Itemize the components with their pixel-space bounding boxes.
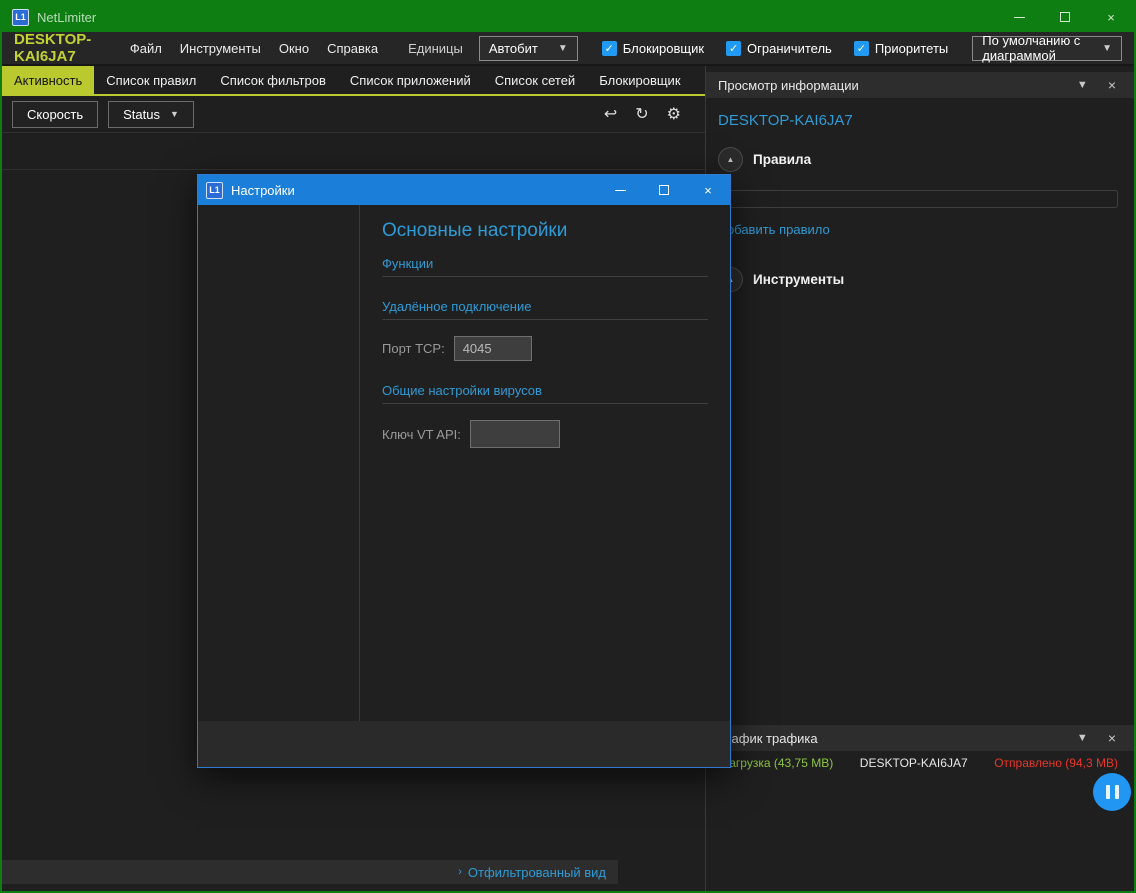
checkbox-checked-icon: ✓ — [854, 41, 869, 56]
add-rule-link[interactable]: Добавить правило — [718, 222, 830, 237]
toggle-label: Приоритеты — [875, 41, 948, 56]
dialog-title: Настройки — [231, 183, 295, 198]
status-bar: › Отфильтрованный вид — [2, 860, 618, 884]
vt-key-row: Ключ VT API: — [382, 420, 708, 448]
status-dropdown[interactable]: Status ▼ — [108, 101, 194, 128]
menu-item[interactable]: Справка — [327, 41, 378, 56]
feature-toggle[interactable]: ✓ Блокировщик — [602, 41, 704, 56]
collapse-icon[interactable]: ▼ — [1071, 79, 1094, 91]
filtered-view-link[interactable]: Отфильтрованный вид — [468, 865, 606, 880]
x-axis-labels — [780, 848, 1084, 866]
info-panel-content: DESKTOP-KAI6JA7 ▲ Правила Добавить прави… — [706, 98, 1134, 725]
feature-toggle[interactable]: ✓ Приоритеты — [854, 41, 948, 56]
rules-section-row: ▲ Правила — [718, 147, 1122, 172]
dialog-content: Основные настройки Функции Удалённое под… — [360, 205, 730, 721]
tab-item[interactable]: Блокировщик — [587, 66, 692, 94]
app-logo-icon: L1 — [206, 182, 223, 199]
table-header — [2, 132, 705, 170]
legend-host: DESKTOP-KAI6JA7 — [860, 756, 968, 770]
minimize-button[interactable] — [996, 2, 1042, 32]
tab-item[interactable]: Список сетей — [483, 66, 587, 94]
status-value: Status — [123, 107, 160, 122]
units-value: Автобит — [489, 41, 538, 56]
refresh-icon[interactable]: ↻ — [635, 104, 648, 124]
chart-zone — [706, 772, 1134, 848]
toolbar: Скорость Status ▼ ↩ ↻ ⚙ — [2, 96, 705, 132]
close-button[interactable]: × — [1088, 2, 1134, 32]
close-button[interactable]: × — [686, 175, 730, 205]
units-combobox[interactable]: Автобит ▼ — [479, 36, 578, 61]
tab-item[interactable]: Список приложений — [338, 66, 483, 94]
tab-active[interactable]: Активность — [2, 66, 94, 94]
legend-download: Загрузка (43,75 MB) — [722, 756, 833, 770]
toolbar-icons: ↩ ↻ ⚙ — [604, 104, 695, 124]
rules-section-label: Правила — [753, 152, 811, 167]
checkbox-checked-icon: ✓ — [726, 41, 741, 56]
minimize-button[interactable] — [598, 175, 642, 205]
vt-key-input[interactable] — [470, 420, 560, 448]
info-host-title: DESKTOP-KAI6JA7 — [718, 112, 1122, 129]
pause-button[interactable] — [1093, 773, 1131, 811]
units-label: Единицы — [408, 41, 463, 56]
chevron-down-icon: ▼ — [558, 43, 568, 54]
checkbox-checked-icon: ✓ — [602, 41, 617, 56]
vt-key-label: Ключ VT API: — [382, 427, 461, 442]
page-title: Основные настройки — [382, 220, 708, 242]
tcp-port-label: Порт TCP: — [382, 341, 445, 356]
legend-upload: Отправлено (94,3 MB) — [994, 756, 1118, 770]
left-axis-labels — [720, 774, 776, 848]
virus-section-title: Общие настройки вирусов — [382, 383, 708, 404]
app-logo-icon: L1 — [12, 9, 29, 26]
chevron-right-icon: › — [458, 866, 462, 878]
tab-item[interactable]: Список правил — [94, 66, 208, 94]
host-name: DESKTOP-KAI6JA7 — [14, 31, 102, 65]
traffic-chart-panel: График трафика ▼ × Загрузка (43,75 MB) D… — [706, 725, 1134, 883]
dialog-body: Основные настройки Функции Удалённое под… — [198, 205, 730, 721]
gear-icon[interactable]: ⚙ — [667, 104, 681, 124]
traffic-panel-header: График трафика ▼ × — [706, 725, 1134, 751]
rules-table — [718, 190, 1118, 208]
tools-section-row: ▲ Инструменты — [718, 267, 1122, 292]
chevron-down-icon: ▼ — [170, 109, 179, 119]
toggle-label: Ограничитель — [747, 41, 832, 56]
menu-bar: DESKTOP-KAI6JA7 Файл Инструменты Окно Справ… — [2, 32, 1134, 66]
traffic-panel-title: График трафика — [718, 731, 818, 746]
dialog-title-bar: L1 Настройки × — [198, 175, 730, 205]
feature-toggle[interactable]: ✓ Ограничитель — [726, 41, 832, 56]
toggle-label: Блокировщик — [623, 41, 704, 56]
tcp-port-row: Порт TCP: — [382, 336, 708, 361]
tab-item[interactable]: Список фильтров — [208, 66, 338, 94]
collapse-section-button[interactable]: ▲ — [718, 147, 743, 172]
view-combobox[interactable]: По умолчанию с диаграммой ▼ — [972, 36, 1122, 61]
info-panel-title: Просмотр информации — [718, 78, 859, 93]
menu-item[interactable]: Инструменты — [180, 41, 261, 56]
title-bar: L1 NetLimiter × — [2, 2, 1134, 32]
close-icon[interactable]: × — [1102, 730, 1122, 746]
menu-item[interactable]: Окно — [279, 41, 309, 56]
collapse-icon[interactable]: ▼ — [1071, 732, 1094, 744]
window-controls: × — [996, 2, 1134, 32]
tools-section-label: Инструменты — [753, 272, 844, 287]
menu-item[interactable]: Файл — [130, 41, 162, 56]
speed-button[interactable]: Скорость — [12, 101, 98, 128]
undo-icon[interactable]: ↩ — [604, 104, 617, 124]
chart-legend: Загрузка (43,75 MB) DESKTOP-KAI6JA7 Отпр… — [706, 751, 1134, 772]
maximize-button[interactable] — [642, 175, 686, 205]
view-value: По умолчанию с диаграммой — [982, 33, 1082, 63]
functions-section-title: Функции — [382, 256, 708, 277]
maximize-button[interactable] — [1042, 2, 1088, 32]
settings-dialog: L1 Настройки × Основные настройки Функци… — [197, 174, 731, 768]
traffic-plot — [776, 774, 1084, 848]
remote-section-title: Удалённое подключение — [382, 299, 708, 320]
tcp-port-input[interactable] — [454, 336, 532, 361]
close-icon[interactable]: × — [1102, 77, 1122, 93]
window-title: NetLimiter — [37, 10, 96, 25]
right-pane: Просмотр информации ▼ × DESKTOP-KAI6JA7 … — [706, 66, 1134, 891]
dialog-nav — [198, 205, 360, 721]
dialog-footer — [198, 721, 730, 767]
dialog-controls: × — [598, 175, 730, 205]
chevron-down-icon: ▼ — [1102, 43, 1112, 54]
tab-strip: АктивностьСписок правилСписок фильтровСп… — [2, 66, 705, 96]
info-panel-header: Просмотр информации ▼ × — [706, 72, 1134, 98]
